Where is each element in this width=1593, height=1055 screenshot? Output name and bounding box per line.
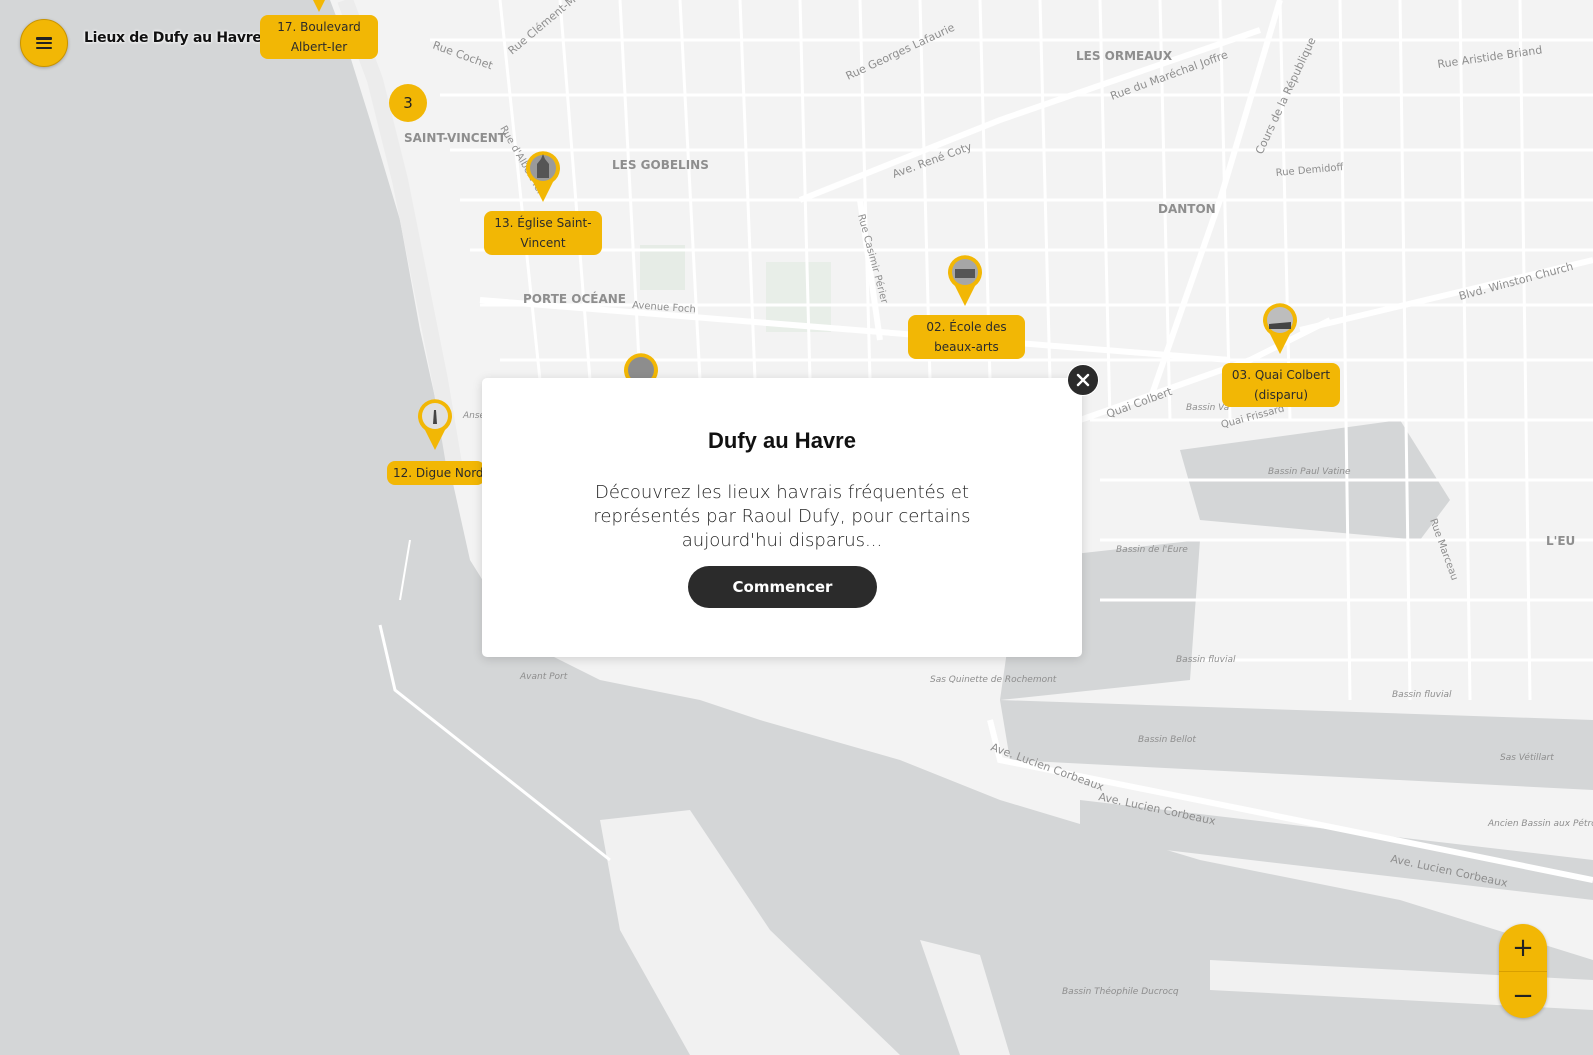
water-label: Bassin Bellot (1138, 735, 1196, 745)
modal-title: Dufy au Havre (708, 428, 856, 453)
place-label[interactable]: 13. Église Saint-Vincent (484, 211, 602, 255)
water-label: Bassin Paul Vatine (1268, 467, 1351, 477)
water-label: Avant Port (519, 672, 568, 682)
place-pin-icon[interactable] (416, 398, 454, 452)
menu-icon (36, 37, 52, 49)
water-label: Bassin de l'Eure (1116, 545, 1188, 555)
water-label: Bassin fluvial (1392, 690, 1452, 700)
place-pin-icon[interactable] (524, 150, 562, 204)
place-label[interactable]: 02. École des beaux-arts (908, 315, 1025, 359)
district-label: LES GOBELINS (612, 158, 709, 172)
place-pin-icon[interactable] (1261, 302, 1299, 356)
water-label: Bassin fluvial (1176, 655, 1236, 665)
district-label: LES ORMEAUX (1076, 49, 1173, 63)
app-title: Lieux de Dufy au Havre (84, 30, 262, 46)
place-pin-icon[interactable] (300, 0, 338, 14)
district-label: PORTE OCÉANE (523, 291, 626, 306)
close-icon (1076, 373, 1090, 387)
zoom-in-icon[interactable]: + (1499, 924, 1547, 971)
place-label[interactable]: 12. Digue Nord (387, 461, 485, 485)
place-pin-icon[interactable] (946, 254, 984, 308)
marker-cluster[interactable]: 3 (389, 84, 427, 122)
start-button[interactable]: Commencer (688, 566, 877, 608)
zoom-control: + − (1499, 924, 1547, 1018)
modal-close-button[interactable] (1067, 364, 1099, 396)
menu-button[interactable] (20, 19, 68, 67)
district-label: DANTON (1158, 202, 1216, 216)
place-label[interactable]: 17. Boulevard Albert-Ier (260, 15, 378, 59)
zoom-out-icon[interactable]: − (1499, 971, 1547, 1018)
district-label: L'EU (1546, 534, 1575, 548)
place-label[interactable]: 03. Quai Colbert (disparu) (1222, 363, 1340, 407)
water-label: Bassin Va (1186, 403, 1229, 413)
modal-description: Découvrez les lieux havrais fréquentés e… (593, 482, 971, 551)
welcome-modal: Dufy au Havre Découvrez les lieux havrai… (482, 378, 1082, 657)
water-label: Sas Quinette de Rochemont (930, 675, 1057, 685)
water-label: Sas Vétillart (1500, 752, 1554, 763)
district-label: SAINT-VINCENT (404, 131, 507, 145)
water-label: Bassin Théophile Ducrocq (1062, 986, 1179, 997)
water-label: Ancien Bassin aux Pétroles (1487, 818, 1593, 829)
